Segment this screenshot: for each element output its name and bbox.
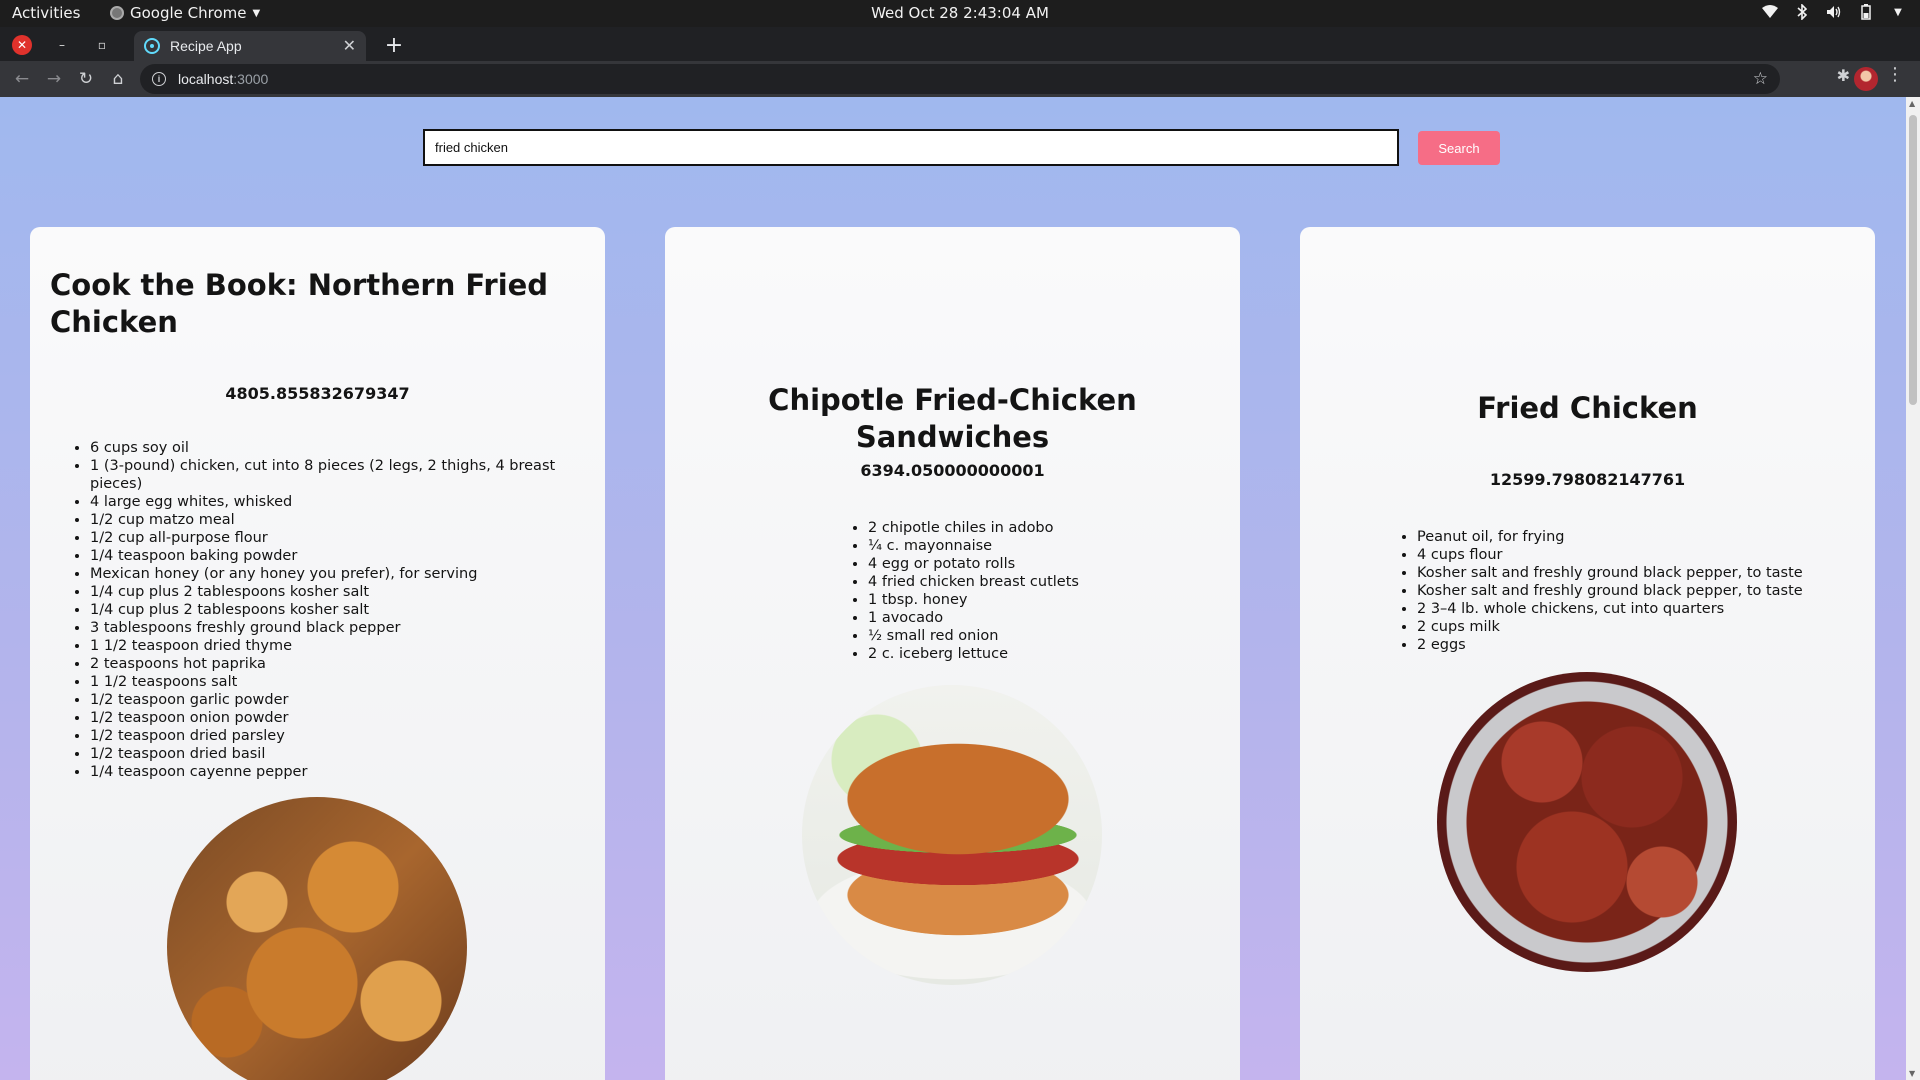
browser-toolbar: ← → ↻ ⌂ i localhost:3000 ☆ ✱ ⋮ — [0, 61, 1920, 97]
ingredient-item: 2 chipotle chiles in adobo — [868, 519, 1198, 537]
recipe-calories: 6394.050000000001 — [860, 461, 1045, 480]
scrollbar-thumb[interactable] — [1909, 115, 1917, 405]
home-icon[interactable]: ⌂ — [106, 67, 130, 91]
ingredient-list: Peanut oil, for frying4 cups flourKosher… — [1417, 528, 1847, 654]
forward-arrow-icon[interactable]: → — [42, 67, 66, 91]
battery-icon — [1858, 4, 1874, 20]
recipe-title: Cook the Book: Northern Fried Chicken — [50, 268, 549, 339]
ingredient-item: 1/2 teaspoon onion powder — [90, 709, 560, 727]
window-restore-button[interactable]: ▫ — [92, 35, 112, 55]
back-arrow-icon[interactable]: ← — [10, 67, 34, 91]
ingredient-item: 1/2 cup matzo meal — [90, 511, 560, 529]
os-top-bar: Activities Google Chrome ▼ Wed Oct 28 2:… — [0, 0, 1920, 27]
ingredient-item: 2 teaspoons hot paprika — [90, 655, 560, 673]
new-tab-button[interactable]: + — [382, 33, 406, 58]
search-button[interactable]: Search — [1418, 131, 1500, 165]
ingredient-item: 1 1/2 teaspoons salt — [90, 673, 560, 691]
volume-icon — [1826, 4, 1842, 20]
site-info-icon[interactable]: i — [152, 72, 166, 86]
ingredient-item: 1/4 cup plus 2 tablespoons kosher salt — [90, 601, 560, 619]
clock-area: Wed Oct 28 2:43:04 AM — [0, 4, 1920, 22]
ingredient-item: 1/2 teaspoon garlic powder — [90, 691, 560, 709]
wifi-icon — [1762, 4, 1778, 20]
extensions-puzzle-icon[interactable]: ✱ — [1837, 66, 1850, 85]
ingredient-item: 3 tablespoons freshly ground black peppe… — [90, 619, 560, 637]
ingredient-item: 2 c. iceberg lettuce — [868, 645, 1198, 663]
bookmark-star-icon[interactable]: ☆ — [1753, 69, 1768, 89]
ingredient-item: Kosher salt and freshly ground black pep… — [1417, 582, 1847, 600]
recipe-image — [1437, 672, 1737, 972]
chrome-icon — [110, 6, 124, 20]
address-bar[interactable]: i localhost:3000 ☆ — [140, 64, 1780, 94]
ingredient-item: 1 avocado — [868, 609, 1198, 627]
search-form: Search — [0, 97, 1906, 197]
ingredient-item: 6 cups soy oil — [90, 439, 560, 457]
ingredient-item: ½ small red onion — [868, 627, 1198, 645]
url-port: :3000 — [233, 71, 269, 87]
ingredient-item: 4 fried chicken breast cutlets — [868, 573, 1198, 591]
window-close-button[interactable]: ✕ — [12, 35, 32, 55]
ingredient-item: 1/4 teaspoon cayenne pepper — [90, 763, 560, 781]
recipe-card: Fried Chicken 12599.798082147761 Peanut … — [1300, 227, 1875, 1080]
recipe-title: Fried Chicken — [1477, 391, 1698, 425]
ingredient-item: Peanut oil, for frying — [1417, 528, 1847, 546]
ingredient-item: 1/2 teaspoon dried basil — [90, 745, 560, 763]
react-favicon-icon — [144, 38, 160, 54]
recipe-image — [802, 685, 1102, 985]
recipe-calories: 4805.855832679347 — [225, 384, 410, 403]
ingredient-item: 1/4 cup plus 2 tablespoons kosher salt — [90, 583, 560, 601]
ingredient-item: Mexican honey (or any honey you prefer),… — [90, 565, 560, 583]
url-host: localhost — [178, 71, 234, 87]
app-menu-label: Google Chrome — [130, 4, 247, 22]
ingredient-item: 2 eggs — [1417, 636, 1847, 654]
recipe-app-page: Search Cook the Book: Northern Fried Chi… — [0, 97, 1920, 1080]
tab-title: Recipe App — [170, 38, 242, 54]
ingredient-item: 4 cups flour — [1417, 546, 1847, 564]
scroll-up-arrow-icon[interactable]: ▲ — [1909, 99, 1915, 108]
recipe-title: Chipotle Fried-Chicken Sandwiches — [768, 383, 1137, 454]
ingredient-item: Kosher salt and freshly ground black pep… — [1417, 564, 1847, 582]
page-scrollbar[interactable]: ▲ ▼ — [1906, 97, 1920, 1080]
ingredient-item: 1/4 teaspoon baking powder — [90, 547, 560, 565]
ingredient-item: 1/2 teaspoon dried parsley — [90, 727, 560, 745]
ingredient-item: 1 (3-pound) chicken, cut into 8 pieces (… — [90, 457, 560, 493]
profile-avatar[interactable] — [1854, 67, 1878, 91]
window-minimize-button[interactable]: – — [52, 35, 72, 55]
reload-icon[interactable]: ↻ — [74, 67, 98, 91]
ingredient-list: 6 cups soy oil1 (3-pound) chicken, cut i… — [90, 439, 560, 781]
chevron-down-icon: ▼ — [252, 7, 261, 19]
recipe-card: Cook the Book: Northern Fried Chicken 48… — [30, 227, 605, 1080]
recipe-calories: 12599.798082147761 — [1489, 470, 1686, 489]
app-menu[interactable]: Google Chrome ▼ — [110, 4, 260, 22]
recipe-card: Chipotle Fried-Chicken Sandwiches 6394.0… — [665, 227, 1240, 1080]
system-tray[interactable]: ▼ — [1762, 4, 1906, 20]
chrome-menu-icon[interactable]: ⋮ — [1886, 64, 1904, 85]
search-input[interactable] — [423, 129, 1399, 166]
tab-close-icon[interactable]: ✕ — [343, 36, 356, 56]
ingredient-item: 4 egg or potato rolls — [868, 555, 1198, 573]
ingredient-item: 2 3–4 lb. whole chickens, cut into quart… — [1417, 600, 1847, 618]
ingredient-item: 1/2 cup all-purpose flour — [90, 529, 560, 547]
recipe-image — [167, 797, 467, 1080]
tab-strip: ✕ – ▫ Recipe App ✕ + — [0, 27, 1920, 61]
ingredient-item: 2 cups milk — [1417, 618, 1847, 636]
bluetooth-icon — [1794, 4, 1810, 20]
system-menu-chevron-icon: ▼ — [1894, 6, 1902, 18]
ingredient-item: 1 1/2 teaspoon dried thyme — [90, 637, 560, 655]
ingredient-item: 4 large egg whites, whisked — [90, 493, 560, 511]
ingredient-item: 1 tbsp. honey — [868, 591, 1198, 609]
clock[interactable]: Wed Oct 28 2:43:04 AM — [871, 4, 1049, 22]
activities-button[interactable]: Activities — [12, 4, 80, 22]
ingredient-item: ¼ c. mayonnaise — [868, 537, 1198, 555]
tab-recipe-app[interactable]: Recipe App ✕ — [134, 31, 366, 61]
ingredient-list: 2 chipotle chiles in adobo¼ c. mayonnais… — [868, 519, 1198, 663]
scroll-down-arrow-icon[interactable]: ▼ — [1909, 1069, 1915, 1078]
